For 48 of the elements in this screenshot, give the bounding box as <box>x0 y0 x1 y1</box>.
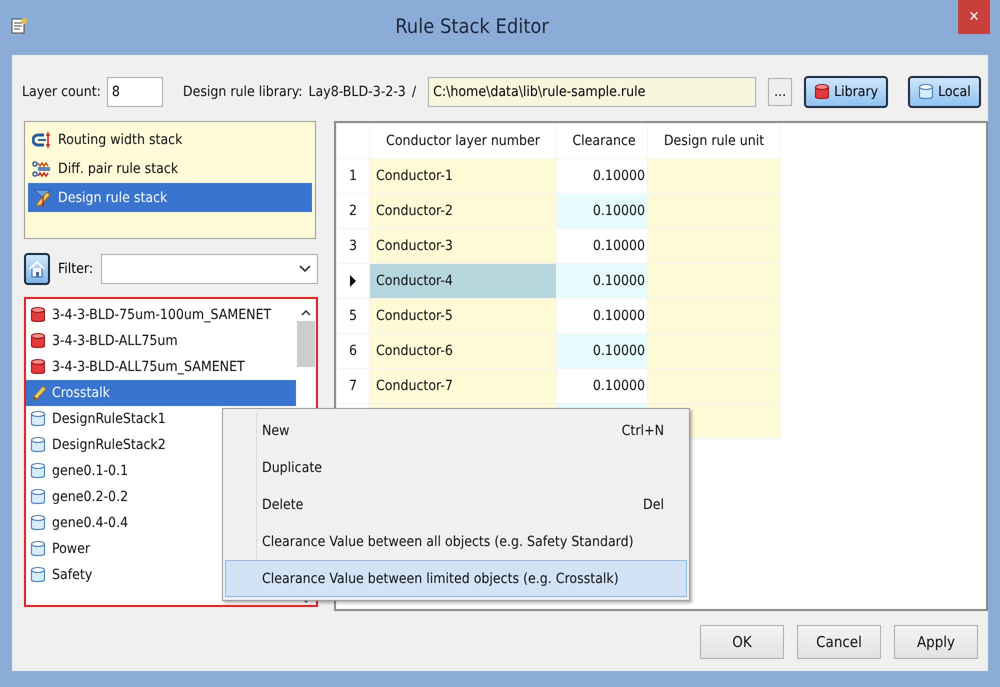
row-number[interactable]: 2 <box>336 194 370 228</box>
stack-type-item[interactable]: Design rule stack <box>28 183 312 212</box>
row-number[interactable]: 5 <box>336 298 370 334</box>
browse-button[interactable]: ... <box>768 78 792 106</box>
row-number[interactable]: 3 <box>336 228 370 264</box>
menu-item[interactable]: Clearance Value between limited objects (e.g. Crosstalk) <box>225 560 687 597</box>
table-cell: 0.10000 <box>556 158 648 194</box>
library-path-field[interactable]: C:\home\data\lib\rule-sample.rule <box>428 77 756 107</box>
table-cell: 0.10000 <box>556 334 648 368</box>
rule-stack-item[interactable]: 3-4-3-BLD-75um-100um_SAMENET <box>26 302 296 328</box>
table-cell: Conductor-5 <box>370 298 556 334</box>
library-button[interactable]: Library <box>804 76 888 108</box>
table-cell: 0.10000 <box>556 194 648 228</box>
stack-type-item[interactable]: Routing width stack <box>28 125 312 154</box>
window-title: Rule Stack Editor <box>394 14 550 38</box>
dialog-button[interactable]: OK <box>700 625 784 659</box>
table-cell: Conductor-7 <box>370 368 556 404</box>
column-header[interactable]: Design rule unit <box>648 124 780 158</box>
dialog-button[interactable]: Apply <box>894 625 978 659</box>
filter-label: Filter: <box>58 261 94 277</box>
rule-stack-item[interactable]: Crosstalk <box>26 380 296 406</box>
table-cell: 0.10000 <box>556 228 648 264</box>
table-cell: Conductor-2 <box>370 194 556 228</box>
table-cell: Conductor-1 <box>370 158 556 194</box>
table-cell: Conductor-4 <box>370 264 556 298</box>
library-name: Lay8-BLD-3-2-3 <box>308 84 406 100</box>
table-cell: Conductor-6 <box>370 334 556 368</box>
table-cell: 0.10000 <box>556 298 648 334</box>
rule-stack-item[interactable]: 3-4-3-BLD-ALL75um <box>26 328 296 354</box>
table-cell: Conductor-3 <box>370 228 556 264</box>
stack-type-item[interactable]: Diff. pair rule stack <box>28 154 312 183</box>
field-label: Layer count: <box>22 84 101 100</box>
field-label: Design rule library: <box>182 84 303 100</box>
menu-item[interactable]: New Ctrl+N <box>225 412 687 449</box>
dialog-button[interactable]: Cancel <box>797 625 881 659</box>
column-header[interactable]: Conductor layer number <box>370 124 556 158</box>
layer-count-field[interactable]: 8 <box>106 77 163 107</box>
row-number[interactable]: 6 <box>336 334 370 368</box>
local-button[interactable]: Local <box>908 76 981 108</box>
table-cell: 0.10000 <box>556 368 648 404</box>
row-number[interactable]: 1 <box>336 158 370 194</box>
column-header[interactable]: Clearance <box>556 124 648 158</box>
menu-item[interactable]: Duplicate <box>225 449 687 486</box>
path-separator: / <box>412 84 416 100</box>
rule-stack-item[interactable]: 3-4-3-BLD-ALL75um_SAMENET <box>26 354 296 380</box>
close-button[interactable]: ✕ <box>958 0 990 34</box>
table-cell: 0.10000 <box>556 264 648 298</box>
row-number[interactable]: 7 <box>336 368 370 404</box>
